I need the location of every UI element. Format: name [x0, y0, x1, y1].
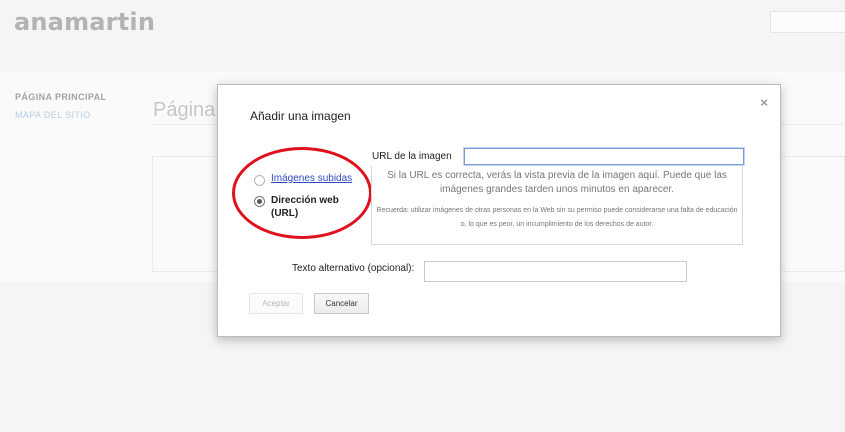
preview-message: Si la URL es correcta, verás la vista pr…	[387, 170, 727, 195]
radio-button-unchecked-icon[interactable]	[254, 175, 265, 186]
radio-button-checked-icon[interactable]	[254, 196, 265, 207]
add-image-dialog: Añadir una imagen × Imágenes subidas Dir…	[217, 84, 781, 337]
web-url-label-line2: (URL)	[271, 208, 299, 219]
radio-uploaded-images[interactable]: Imágenes subidas	[254, 173, 352, 186]
radio-web-url[interactable]: Dirección web (URL)	[254, 194, 352, 220]
alt-text-label: Texto alternativo (opcional):	[292, 263, 415, 274]
web-url-label: Dirección web (URL)	[271, 194, 339, 220]
url-label: URL de la imagen	[372, 151, 452, 162]
image-url-input[interactable]	[463, 147, 745, 166]
web-url-label-line1: Dirección web	[271, 195, 339, 206]
close-icon[interactable]: ×	[760, 95, 768, 110]
cancel-button[interactable]: Cancelar	[314, 293, 369, 314]
accept-button[interactable]: Aceptar	[249, 293, 303, 314]
alt-text-input[interactable]	[424, 261, 687, 282]
image-source-radio-group: Imágenes subidas Dirección web (URL)	[254, 173, 352, 228]
image-preview-box: Si la URL es correcta, verás la vista pr…	[371, 166, 743, 245]
dialog-title: Añadir una imagen	[250, 109, 351, 123]
uploaded-images-link[interactable]: Imágenes subidas	[271, 173, 352, 184]
copyright-note: Recuerda: utilizar imágenes de otras per…	[376, 207, 738, 228]
